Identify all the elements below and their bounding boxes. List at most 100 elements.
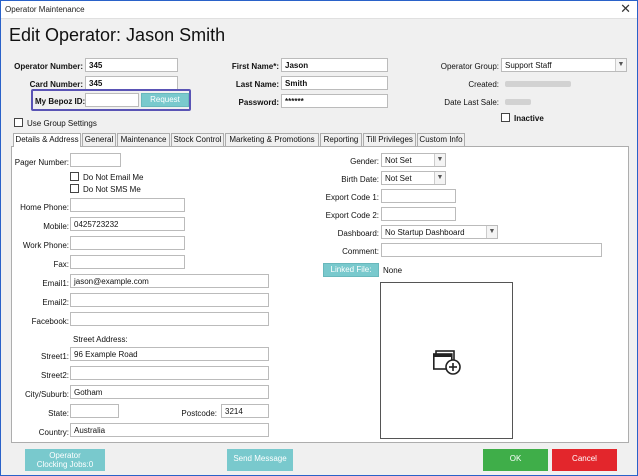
gender-label: Gender: — [350, 157, 379, 166]
created-label: Created: — [468, 80, 499, 89]
street2-field[interactable] — [70, 366, 269, 380]
last-name-label: Last Name: — [235, 80, 279, 89]
window-title: Operator Maintenance — [5, 5, 85, 14]
chevron-down-icon[interactable]: ▼ — [434, 172, 445, 184]
mobile-field[interactable]: 0425723232 — [70, 217, 185, 231]
home-phone-label: Home Phone: — [20, 203, 69, 212]
dashboard-label: Dashboard: — [337, 229, 379, 238]
tab-stock-control[interactable]: Stock Control — [171, 133, 224, 146]
birth-date-label: Birth Date: — [341, 175, 379, 184]
country-label: Country: — [38, 428, 69, 437]
bepoz-id-label: My Bepoz ID: — [35, 97, 86, 106]
gender-select[interactable]: Not Set ▼ — [381, 153, 446, 167]
ok-button[interactable]: OK — [483, 449, 548, 471]
linked-file-value: None — [383, 266, 403, 275]
work-phone-field[interactable] — [70, 236, 185, 250]
country-field[interactable]: Australia — [70, 423, 269, 437]
cancel-button[interactable]: Cancel — [552, 449, 617, 471]
tab-custom-info[interactable]: Custom Info — [417, 133, 465, 146]
fax-field[interactable] — [70, 255, 185, 269]
tab-details-address[interactable]: Details & Address — [13, 133, 81, 147]
linked-file-button[interactable]: Linked File: — [323, 263, 379, 277]
bepoz-id-highlight: My Bepoz ID: Request — [31, 89, 191, 111]
tab-marketing-promotions[interactable]: Marketing & Promotions — [225, 133, 319, 146]
birth-date-value: Not Set — [385, 174, 412, 183]
use-group-settings-label: Use Group Settings — [27, 119, 97, 128]
date-last-sale-label: Date Last Sale: — [444, 98, 499, 107]
export-code1-field[interactable] — [381, 189, 456, 203]
comment-label: Comment: — [342, 247, 379, 256]
close-icon[interactable]: ✕ — [620, 2, 631, 16]
facebook-field[interactable] — [70, 312, 269, 326]
chevron-down-icon[interactable]: ▼ — [486, 226, 497, 238]
card-number-label: Card Number: — [29, 80, 83, 89]
export-code2-label: Export Code 2: — [325, 211, 379, 220]
operator-clocking-line2: Clocking Jobs:0 — [36, 460, 94, 469]
chevron-down-icon[interactable]: ▼ — [615, 59, 626, 71]
export-code2-field[interactable] — [381, 207, 456, 221]
do-not-sms-label: Do Not SMS Me — [83, 185, 141, 194]
title-bar: Operator Maintenance ✕ — [1, 1, 637, 19]
tab-till-privileges[interactable]: Till Privileges — [363, 133, 416, 146]
bepoz-id-field[interactable] — [85, 93, 139, 107]
operator-maintenance-window: Operator Maintenance ✕ Edit Operator: Ja… — [0, 0, 638, 476]
home-phone-field[interactable] — [70, 198, 185, 212]
first-name-label: First Name*: — [231, 62, 279, 71]
inactive-checkbox[interactable] — [501, 113, 510, 122]
facebook-label: Facebook: — [31, 317, 69, 326]
fax-label: Fax: — [53, 260, 69, 269]
operator-number-field[interactable]: 345 — [85, 58, 178, 72]
postcode-field[interactable]: 3214 — [221, 404, 269, 418]
add-image-icon[interactable] — [433, 349, 463, 377]
street-address-label: Street Address: — [73, 335, 128, 344]
tab-general[interactable]: General — [82, 133, 116, 146]
created-value-redacted — [505, 81, 571, 87]
page-title: Edit Operator: Jason Smith — [9, 25, 226, 45]
pager-number-label: Pager Number: — [14, 158, 69, 167]
operator-clocking-line1: Operator — [49, 451, 81, 460]
password-label: Password: — [238, 98, 279, 107]
dashboard-value: No Startup Dashboard — [385, 228, 465, 237]
do-not-email-label: Do Not Email Me — [83, 173, 144, 182]
inactive-label: Inactive — [514, 114, 544, 123]
request-button[interactable]: Request — [141, 93, 189, 107]
street2-label: Street2: — [40, 371, 69, 380]
gender-value: Not Set — [385, 156, 412, 165]
export-code1-label: Export Code 1: — [325, 193, 379, 202]
operator-clocking-button[interactable]: Operator Clocking Jobs:0 — [25, 449, 105, 471]
send-message-button[interactable]: Send Message — [227, 449, 293, 471]
mobile-label: Mobile: — [43, 222, 69, 231]
operator-group-label: Operator Group: — [440, 62, 499, 71]
comment-field[interactable] — [381, 243, 602, 257]
dashboard-select[interactable]: No Startup Dashboard ▼ — [381, 225, 498, 239]
photo-drop-area[interactable] — [380, 282, 513, 439]
operator-group-value: Support Staff — [505, 61, 552, 70]
first-name-field[interactable]: Jason — [281, 58, 388, 72]
tab-reporting[interactable]: Reporting — [320, 133, 362, 146]
email2-field[interactable] — [70, 293, 269, 307]
pager-number-field[interactable] — [70, 153, 121, 167]
state-label: State: — [48, 409, 69, 418]
email2-label: Email2: — [42, 298, 69, 307]
state-field[interactable] — [70, 404, 119, 418]
city-suburb-field[interactable]: Gotham — [70, 385, 269, 399]
do-not-sms-checkbox[interactable] — [70, 184, 79, 193]
birth-date-select[interactable]: Not Set ▼ — [381, 171, 446, 185]
password-field[interactable]: ****** — [281, 94, 388, 108]
card-number-field[interactable]: 345 — [85, 76, 178, 90]
street1-field[interactable]: 96 Example Road — [70, 347, 269, 361]
operator-group-select[interactable]: Support Staff ▼ — [501, 58, 627, 72]
street1-label: Street1: — [40, 352, 69, 361]
do-not-email-checkbox[interactable] — [70, 172, 79, 181]
email1-label: Email1: — [42, 279, 69, 288]
use-group-settings-checkbox[interactable] — [14, 118, 23, 127]
email1-field[interactable]: jason@example.com — [70, 274, 269, 288]
city-suburb-label: City/Suburb: — [24, 390, 69, 399]
chevron-down-icon[interactable]: ▼ — [434, 154, 445, 166]
last-name-field[interactable]: Smith — [281, 76, 388, 90]
postcode-label: Postcode: — [181, 409, 217, 418]
date-last-sale-redacted — [505, 99, 531, 105]
work-phone-label: Work Phone: — [22, 241, 69, 250]
operator-number-label: Operator Number: — [14, 62, 83, 71]
tab-maintenance[interactable]: Maintenance — [117, 133, 170, 146]
